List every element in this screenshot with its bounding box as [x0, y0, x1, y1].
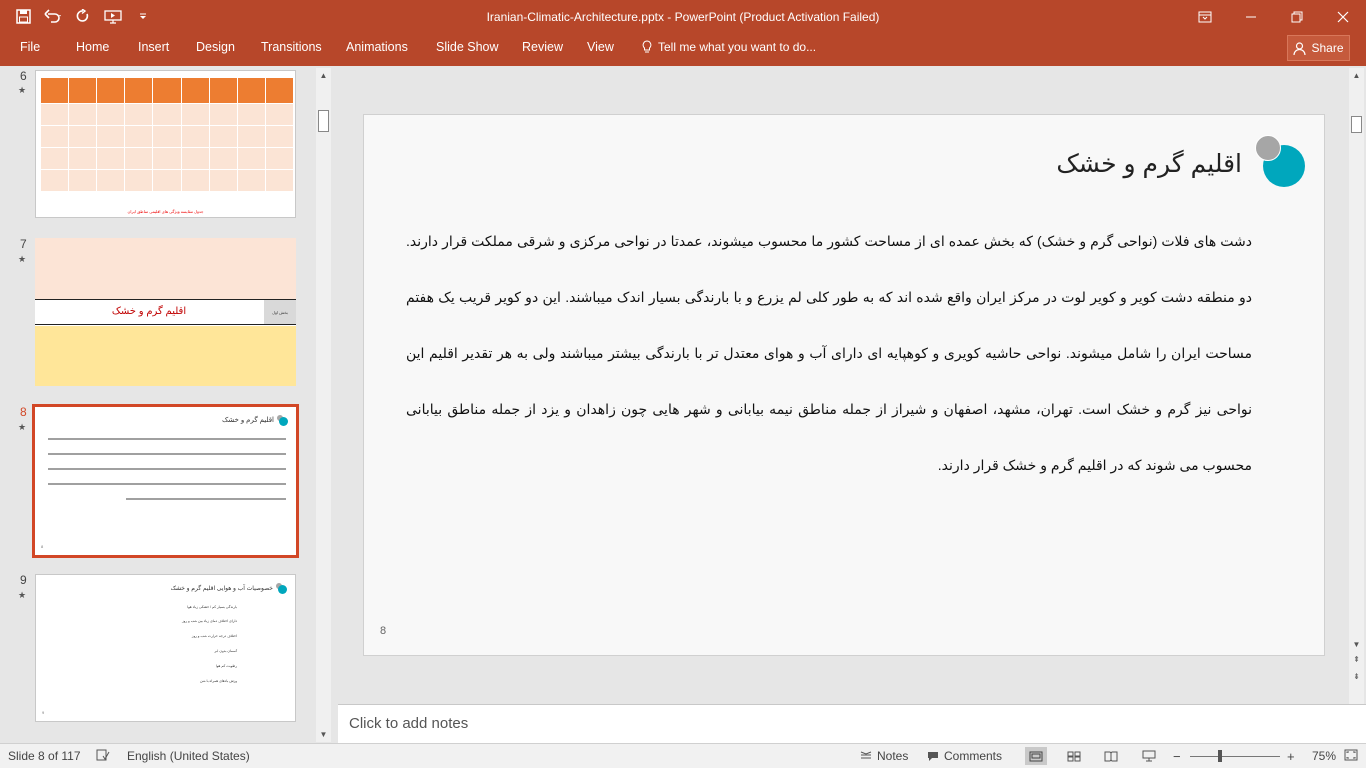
thumbnail-number: 7	[20, 237, 27, 251]
tab-transitions[interactable]: Transitions	[261, 40, 322, 54]
close-icon[interactable]	[1320, 0, 1366, 34]
animation-star-icon: ★	[18, 422, 27, 432]
window-controls	[1182, 0, 1366, 34]
comparison-table-preview	[39, 77, 295, 192]
animation-star-icon: ★	[18, 590, 27, 600]
scroll-up-icon[interactable]: ▲	[316, 68, 331, 83]
text-line	[48, 438, 286, 440]
text-line	[48, 483, 286, 485]
thumbnail-bullet: بارندگی بسیار کم / خشکی زیاد هوا	[187, 605, 237, 609]
person-icon	[1293, 41, 1307, 55]
tab-animations[interactable]: Animations	[346, 40, 408, 54]
title-circles-icon	[276, 415, 288, 427]
ribbon-tabs: File Home Insert Design Transitions Anim…	[0, 34, 1366, 66]
notes-label: Notes	[877, 749, 909, 763]
notes-icon	[860, 751, 872, 759]
slide-title[interactable]: اقلیم گرم و خشک	[1056, 149, 1242, 179]
slide-body-text[interactable]: دشت های فلات (نواحی گرم و خشک) که بخش عم…	[406, 213, 1252, 493]
zoom-slider-track[interactable]	[1190, 756, 1280, 757]
window-title: Iranian-Climatic-Architecture.pptx - Pow…	[486, 10, 880, 24]
notes-button[interactable]: Notes	[860, 749, 908, 763]
thumbnail-bullet: آسمان بدون ابر	[214, 649, 237, 653]
slide-number: 8	[380, 625, 387, 637]
zoom-slider-knob[interactable]	[1218, 750, 1222, 762]
slide-counter: Slide 8 of 117	[8, 749, 81, 763]
scroll-down-icon[interactable]: ▼	[1349, 637, 1364, 651]
scroll-down-icon[interactable]: ▼	[316, 727, 331, 742]
text-line	[48, 468, 286, 470]
section-top-band	[35, 238, 296, 299]
table-caption: جدول مقایسه ویژگی های اقلیمی مناطق ایران	[127, 209, 204, 214]
thumbnail-number: 8	[20, 405, 27, 419]
minimize-icon[interactable]	[1228, 0, 1274, 34]
tab-review[interactable]: Review	[522, 40, 563, 54]
status-bar: Slide 8 of 117 English (United States) N…	[0, 743, 1366, 768]
slide-thumbnail-8[interactable]: اقلیم گرم و خشک 8	[32, 404, 299, 558]
thumbnail-slide-number: 9	[42, 710, 45, 715]
thumbnail-bullet: وزش بادهای همراه با شن	[199, 679, 237, 683]
comment-icon	[928, 751, 938, 761]
tab-home[interactable]: Home	[76, 40, 109, 54]
thumbnail-number: 9	[20, 573, 27, 587]
section-label: بخش اول	[264, 300, 296, 324]
scroll-up-icon[interactable]: ▲	[1349, 68, 1364, 83]
title-circle-gray-icon	[1255, 135, 1281, 161]
normal-view-icon[interactable]	[1025, 747, 1047, 765]
tell-me-box[interactable]: Tell me what you want to do...	[642, 40, 816, 54]
comments-button[interactable]: Comments	[927, 749, 1002, 763]
zoom-in-button[interactable]: +	[1287, 749, 1295, 764]
thumbnail-title: اقلیم گرم و خشک	[222, 417, 274, 424]
tab-view[interactable]: View	[587, 40, 614, 54]
animation-star-icon: ★	[18, 254, 27, 264]
language-indicator[interactable]: English (United States)	[127, 749, 250, 763]
thumbnail-bullet: رطوبت کم هوا	[215, 664, 237, 668]
slide-show-icon[interactable]	[1138, 747, 1160, 765]
scroll-thumb[interactable]	[1351, 116, 1362, 133]
thumbnail-bullet: اختلاف درجه حرارت شب و روز	[191, 634, 237, 638]
tab-slide-show[interactable]: Slide Show	[436, 40, 499, 54]
text-line	[48, 453, 286, 455]
text-line	[126, 498, 286, 500]
tell-me-text: Tell me what you want to do...	[658, 40, 817, 54]
thumbnail-title: خصوصیات آب و هوایی اقلیم گرم و خشک	[170, 586, 273, 592]
reading-view-icon[interactable]	[1100, 747, 1122, 765]
editor-scrollbar[interactable]: ▲ ▼ ⇞ ⇟	[1349, 68, 1364, 704]
ribbon-display-options-icon[interactable]	[1182, 0, 1228, 34]
section-title-band: اقلیم گرم و خشک بخش اول	[35, 299, 296, 325]
slide-thumbnail-6[interactable]: جدول مقایسه ویژگی های اقلیمی مناطق ایران	[35, 70, 296, 218]
title-circles-icon	[275, 583, 287, 595]
slide-thumbnail-9[interactable]: خصوصیات آب و هوایی اقلیم گرم و خشک بارند…	[35, 574, 296, 722]
previous-slide-icon[interactable]: ⇞	[1349, 655, 1364, 664]
fit-to-window-icon[interactable]	[1344, 749, 1358, 761]
thumbnail-scrollbar[interactable]: ▲ ▼	[316, 68, 331, 742]
section-bottom-band	[35, 326, 296, 386]
tab-design[interactable]: Design	[196, 40, 235, 54]
next-slide-icon[interactable]: ⇟	[1349, 672, 1364, 681]
slide-thumbnail-7[interactable]: اقلیم گرم و خشک بخش اول	[35, 238, 296, 386]
notes-placeholder[interactable]: Click to add notes	[349, 715, 468, 732]
tab-insert[interactable]: Insert	[138, 40, 169, 54]
slide-thumbnail-pane: 6 ★ جدول مقایسه ویژگی های اقلیمی مناطق ا…	[0, 66, 336, 743]
comments-label: Comments	[944, 749, 1003, 763]
scroll-thumb[interactable]	[318, 110, 329, 132]
slide-sorter-icon[interactable]	[1063, 747, 1085, 765]
section-title: اقلیم گرم و خشک	[111, 306, 187, 317]
share-button[interactable]: Share	[1287, 35, 1350, 61]
animation-star-icon: ★	[18, 85, 27, 95]
title-bar: Iranian-Climatic-Architecture.pptx - Pow…	[0, 0, 1366, 34]
share-label: Share	[1311, 41, 1344, 55]
thumbnail-slide-number: 8	[41, 544, 44, 549]
slide-editing-area: اقلیم گرم و خشک دشت های فلات (نواحی گرم …	[338, 66, 1366, 703]
zoom-out-button[interactable]: −	[1173, 749, 1181, 764]
lightbulb-icon	[642, 40, 652, 53]
tab-file[interactable]: File	[20, 40, 40, 54]
slide-canvas[interactable]: اقلیم گرم و خشک دشت های فلات (نواحی گرم …	[363, 114, 1325, 656]
notes-pane[interactable]: Click to add notes	[338, 704, 1366, 743]
restore-icon[interactable]	[1274, 0, 1320, 34]
zoom-level[interactable]: 75%	[1312, 749, 1336, 763]
thumbnail-number: 6	[20, 69, 27, 83]
thumbnail-bullet: دارای اختلاف دمای زیاد بین شب و روز	[181, 619, 237, 623]
spell-check-icon[interactable]	[96, 749, 110, 761]
